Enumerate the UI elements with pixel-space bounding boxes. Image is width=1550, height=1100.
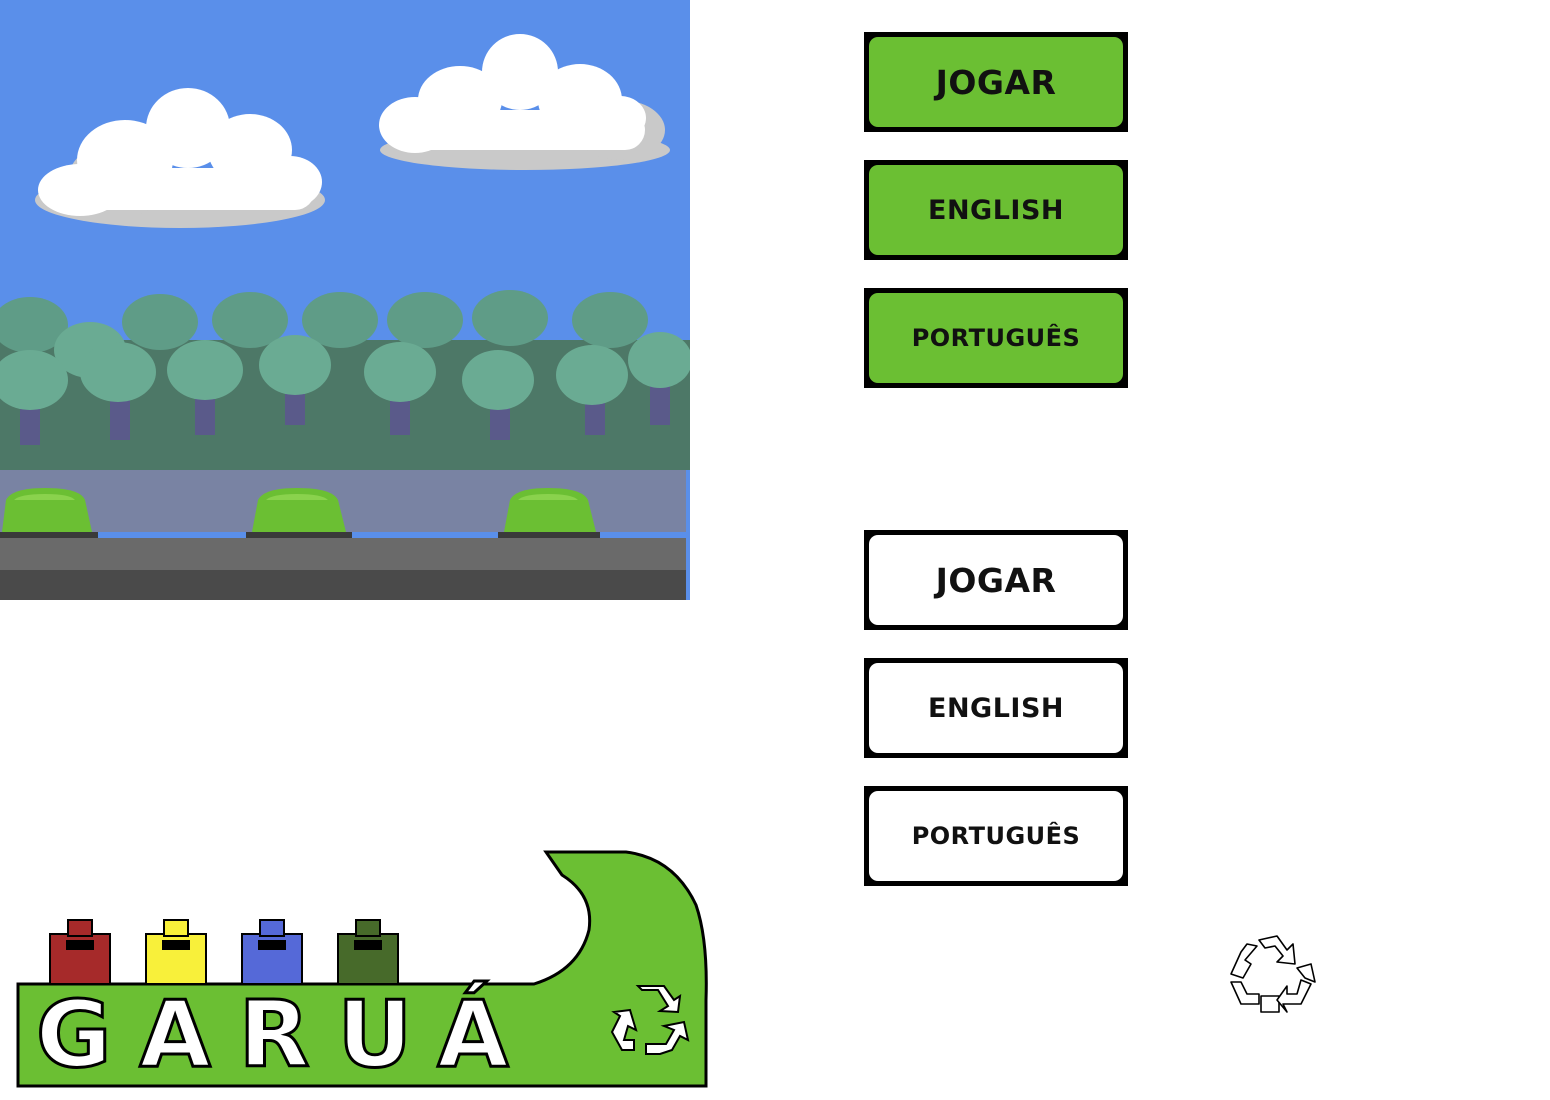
game-logo: GARUÁ: [16, 850, 708, 1090]
curb: [0, 538, 686, 570]
play-button-label: JOGAR: [935, 62, 1057, 102]
road: [0, 570, 686, 600]
game-background-scene: [0, 0, 690, 600]
logo-title: GARUÁ: [36, 980, 537, 1088]
english-button-label: ENGLISH: [928, 194, 1064, 226]
portuguese-button-alt[interactable]: PORTUGUÊS: [864, 786, 1128, 886]
play-button-alt-label: JOGAR: [935, 560, 1057, 600]
play-button-alt[interactable]: JOGAR: [864, 530, 1128, 630]
portuguese-button-alt-label: PORTUGUÊS: [911, 822, 1081, 850]
english-button-alt-label: ENGLISH: [928, 692, 1064, 724]
play-button[interactable]: JOGAR: [864, 32, 1128, 132]
recycling-bins: [49, 919, 399, 985]
portuguese-button-label: PORTUGUÊS: [911, 324, 1081, 352]
recycle-icon: [1230, 935, 1316, 1013]
english-button[interactable]: ENGLISH: [864, 160, 1128, 260]
english-button-alt[interactable]: ENGLISH: [864, 658, 1128, 758]
portuguese-button[interactable]: PORTUGUÊS: [864, 288, 1128, 388]
